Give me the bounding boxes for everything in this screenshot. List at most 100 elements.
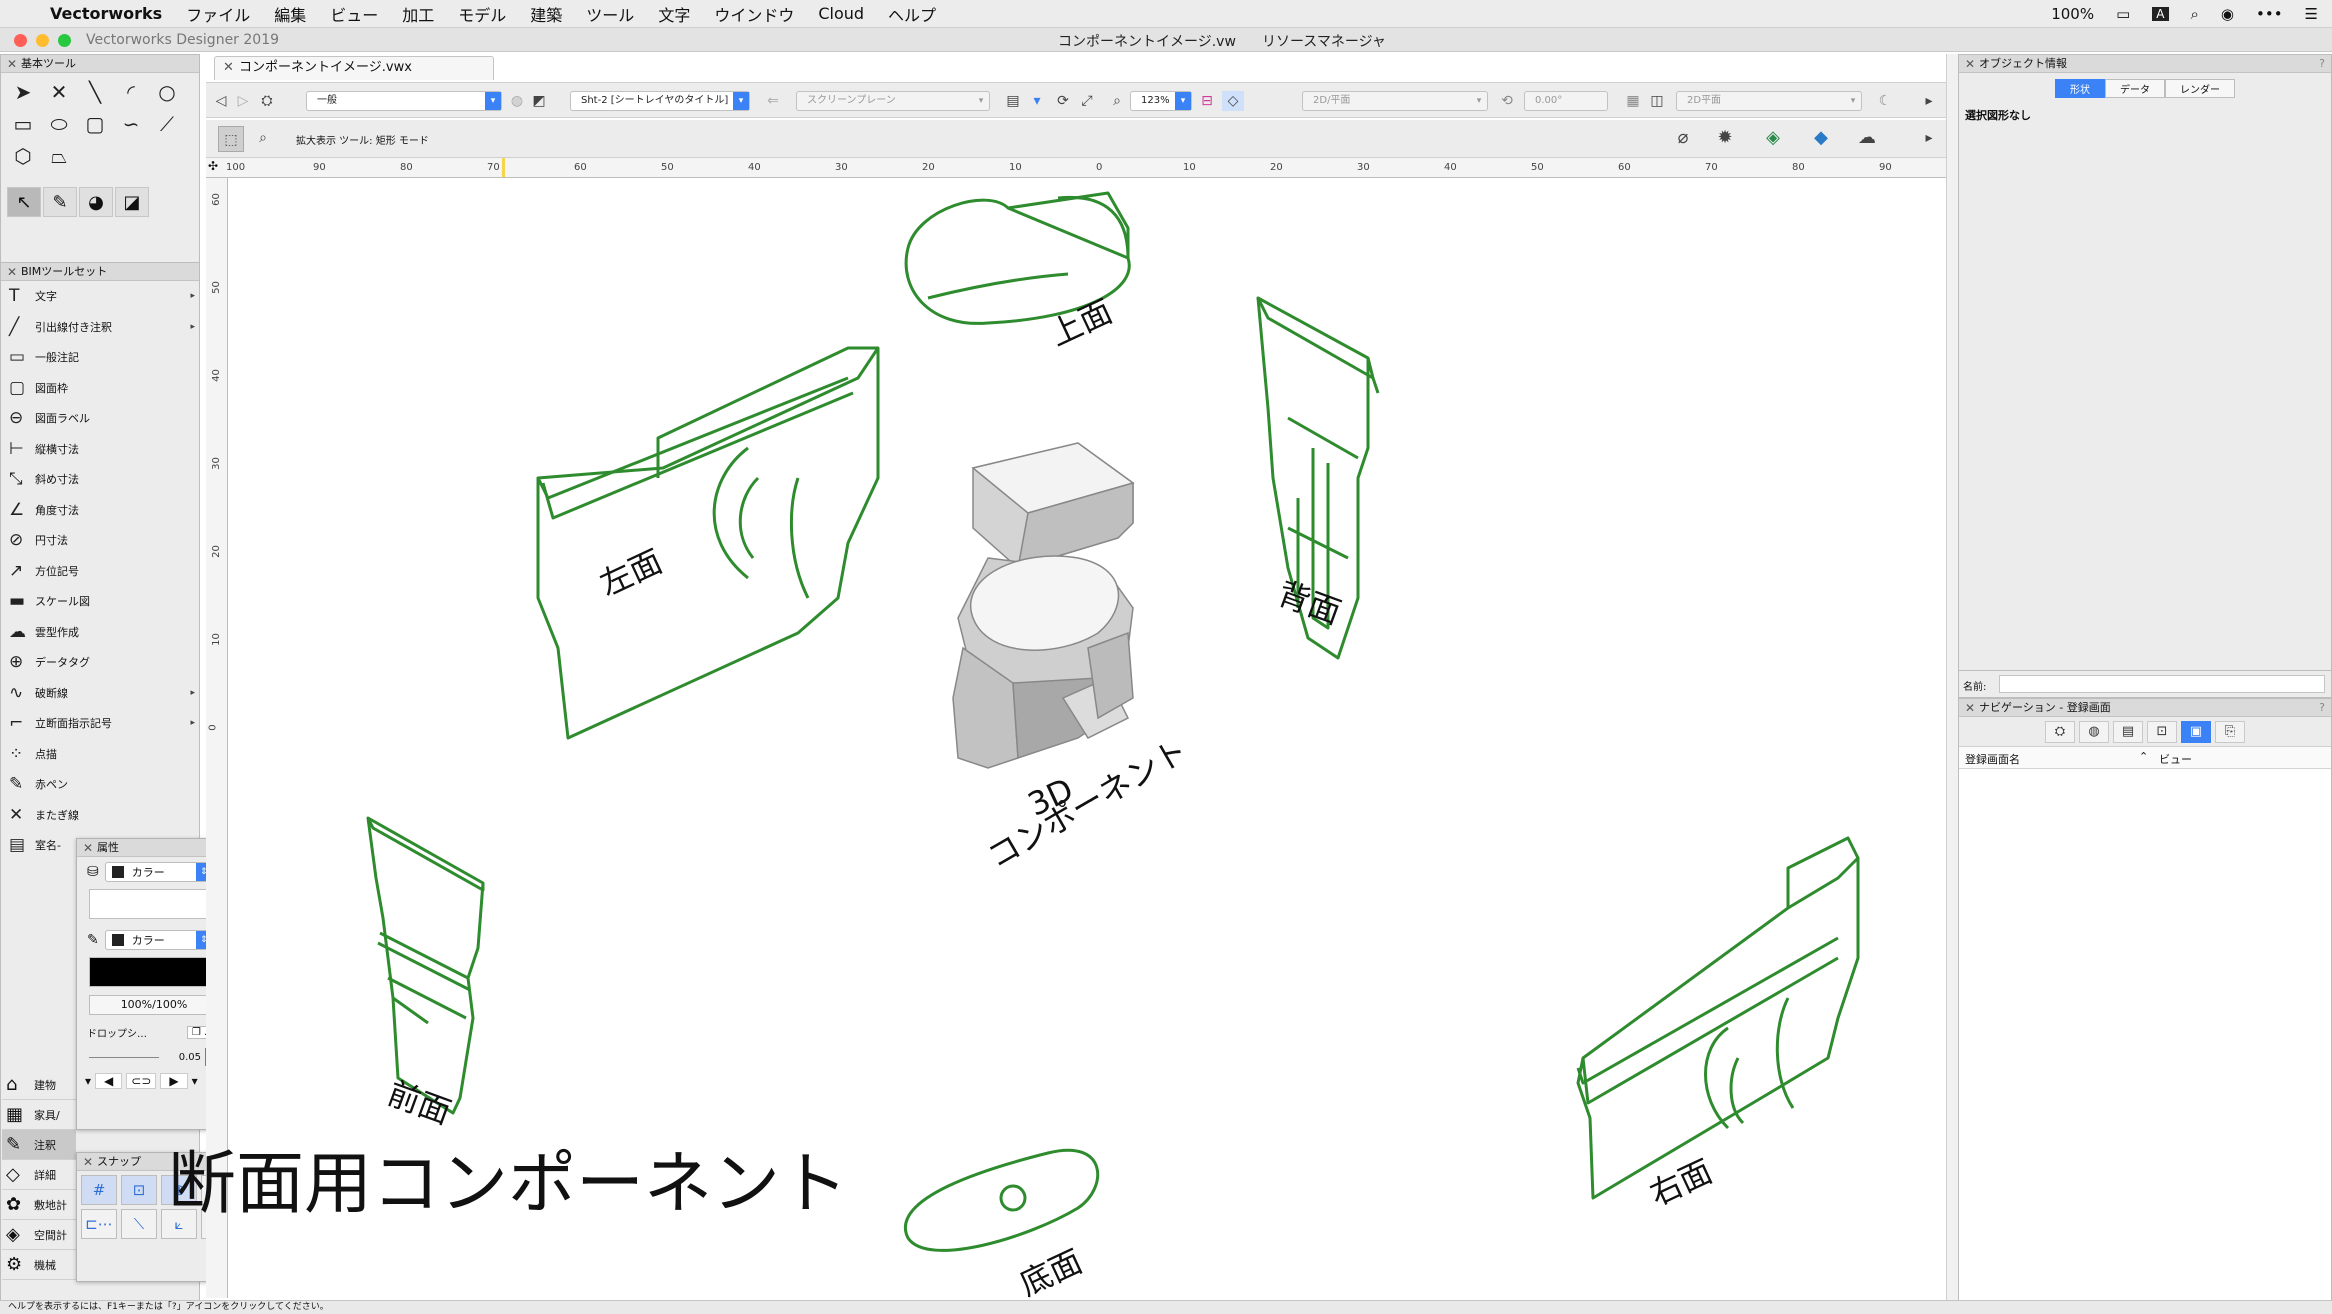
sort-icon[interactable]: ⌃ xyxy=(2139,750,2148,763)
more-icon[interactable]: ••• xyxy=(2256,5,2283,23)
zoom-level-select[interactable]: 123% ▾ xyxy=(1130,91,1192,111)
column-saved-view-name[interactable]: 登録画面名 xyxy=(1965,751,2020,767)
tab-shape[interactable]: 形状 xyxy=(2055,79,2105,98)
plan-rotation-field[interactable]: 0.00° xyxy=(1524,91,1608,111)
menu-cloud[interactable]: Cloud xyxy=(818,4,864,23)
nav-sheets-icon[interactable]: ▤ xyxy=(2113,720,2143,743)
zoom-window-button[interactable] xyxy=(58,34,71,47)
bim-tool-item[interactable]: ▬ スケール図 xyxy=(1,586,199,617)
end-arrow-icon[interactable]: ▶ xyxy=(160,1073,188,1089)
help-icon[interactable]: ? xyxy=(2319,699,2325,717)
bim-tool-item[interactable]: ⊘ 円寸法 xyxy=(1,525,199,556)
link-markers-icon[interactable]: ⊂⊃ xyxy=(126,1073,157,1089)
resource-manager-title[interactable]: リソースマネージャ xyxy=(1262,31,1386,51)
bim-tool-item[interactable]: ∠ 角度寸法 xyxy=(1,495,199,526)
pan-tool-icon[interactable]: ✕ xyxy=(41,77,77,107)
bim-tool-item[interactable]: ⌐ 立断面指示記号 ▸ xyxy=(1,708,199,739)
toolset-category[interactable]: ⌂ 建物 xyxy=(2,1070,76,1100)
snap-to-distance-icon[interactable]: ⟍ xyxy=(121,1209,157,1239)
layer-visibility-icon[interactable]: ◩ xyxy=(528,91,550,111)
active-layer-select[interactable]: Sht-2 [シートレイヤのタイトル] ▾ xyxy=(570,91,750,111)
render-mode-select[interactable]: 2D平面 ▾ xyxy=(1676,91,1862,111)
freehand-tool-icon[interactable]: ∽ xyxy=(113,109,149,139)
smart-points-icon[interactable]: ⊏⋯ xyxy=(81,1209,117,1239)
close-icon[interactable]: ✕ xyxy=(7,55,17,73)
bim-tool-item[interactable]: T 文字 ▸ xyxy=(1,281,199,312)
standard-view-icon[interactable]: ▤ xyxy=(1002,91,1024,111)
view-dropdown-icon[interactable]: ▾ xyxy=(1026,91,1048,111)
notification-list-icon[interactable]: ☰ xyxy=(2305,5,2318,23)
menu-edit[interactable]: 編集 xyxy=(274,2,306,26)
rounded-rectangle-tool-icon[interactable]: ▢ xyxy=(77,109,113,139)
toilet-right-view[interactable] xyxy=(1576,836,1860,1200)
bim-tool-item[interactable]: ⊕ データタグ xyxy=(1,647,199,678)
bim-tool-item[interactable]: ∿ 破断線 ▸ xyxy=(1,678,199,709)
document-tab[interactable]: ✕ コンポーネントイメージ.vwx xyxy=(214,56,494,80)
close-icon[interactable]: ✕ xyxy=(83,1153,93,1171)
selection-tool-icon[interactable]: ➤ xyxy=(5,77,41,107)
horizontal-ruler[interactable]: 100 90 80 70 60 50 40 30 20 10 0 10 20 30 40 50 60 70 80 90… xyxy=(206,158,1946,178)
toolset-category[interactable]: ▦ 家具/ xyxy=(2,1100,76,1130)
polyline-tool-icon[interactable]: ⟋ xyxy=(149,109,185,139)
menu-model[interactable]: モデル xyxy=(458,2,506,26)
class-options-icon[interactable]: ⛭ xyxy=(256,91,278,111)
color-mode-icon[interactable]: ◕ xyxy=(79,187,113,217)
polygon-tool-icon[interactable]: ⬡ xyxy=(5,141,41,171)
active-class-select[interactable]: 一般 ▾ xyxy=(306,91,502,111)
bim-tool-item[interactable]: ✎ 赤ペン xyxy=(1,769,199,800)
toilet-left-view[interactable] xyxy=(536,346,880,740)
bim-tool-item[interactable]: ⊢ 縦横寸法 xyxy=(1,434,199,465)
start-arrow-icon[interactable]: ◀ xyxy=(95,1073,123,1089)
bim-tool-item[interactable]: ↗ 方位記号 xyxy=(1,556,199,587)
pen-mode-icon[interactable]: ✎ xyxy=(43,187,77,217)
arc-tool-icon[interactable]: ◜ xyxy=(113,77,149,107)
toilet-3d-model[interactable] xyxy=(952,442,1135,769)
user-avatar-icon[interactable]: ◉ xyxy=(2221,5,2234,23)
close-icon[interactable]: ✕ xyxy=(83,839,93,857)
multiple-views-icon[interactable]: ◫ xyxy=(1646,91,1668,111)
close-icon[interactable]: ✕ xyxy=(1965,55,1975,73)
input-method-icon[interactable]: A xyxy=(2152,7,2169,21)
minimize-window-button[interactable] xyxy=(36,34,49,47)
toolset-category[interactable]: ◈ 空間計 xyxy=(2,1220,76,1250)
menu-window[interactable]: ウインドウ xyxy=(714,2,794,26)
nav-layers-icon[interactable]: ◍ xyxy=(2079,720,2109,743)
bim-tool-item[interactable]: ⊖ 図面ラベル xyxy=(1,403,199,434)
opacity-button[interactable]: 100%/100% xyxy=(89,995,219,1015)
help-icon[interactable]: ? xyxy=(2319,55,2325,73)
double-line-tool-icon[interactable]: ⏢ xyxy=(41,141,77,171)
name-input[interactable] xyxy=(1999,675,2325,693)
oval-tool-icon[interactable]: ⬭ xyxy=(41,109,77,139)
lighting-options-icon[interactable]: ☾ xyxy=(1874,91,1896,111)
nav-viewports-icon[interactable]: ⊡ xyxy=(2147,720,2177,743)
bim-tool-item[interactable]: ▭ 一般注記 xyxy=(1,342,199,373)
battery-status[interactable]: 100% xyxy=(2051,5,2094,23)
app-menu[interactable]: Vectorworks xyxy=(50,4,162,23)
view-bar-more-icon[interactable]: ▸ xyxy=(1918,91,1940,111)
menu-tools[interactable]: ツール xyxy=(586,2,634,26)
nav-saved-views-icon[interactable]: ▣ xyxy=(2181,720,2211,743)
snap-to-object-icon[interactable]: ⊡ xyxy=(121,1175,157,1205)
palette-splitter[interactable] xyxy=(1946,54,1958,1304)
cloud-sync-icon[interactable]: ☁ xyxy=(1856,128,1878,148)
close-tab-icon[interactable]: ✕ xyxy=(223,57,234,79)
toilet-front-view[interactable] xyxy=(366,816,485,1115)
toolset-category[interactable]: ◇ 詳細 xyxy=(2,1160,76,1190)
bim-tool-item[interactable]: ✕ またぎ線 xyxy=(1,800,199,831)
close-icon[interactable]: ✕ xyxy=(7,263,17,281)
current-view-select[interactable]: 2D/平面 ▾ xyxy=(1302,91,1488,111)
forward-icon[interactable]: ▷ xyxy=(232,91,254,111)
spotlight-search-icon[interactable]: ⌕ xyxy=(2191,5,2199,23)
zoom-in-mode-icon[interactable]: ⌕ xyxy=(252,128,274,148)
bim-tool-item[interactable]: ☁ 雲型作成 xyxy=(1,617,199,648)
menu-view[interactable]: ビュー xyxy=(330,2,378,26)
column-view[interactable]: ビュー xyxy=(2159,751,2192,767)
snap-loupe-icon[interactable]: ⌀ xyxy=(1672,128,1694,148)
bim-tool-item[interactable]: ⤡ 斜め寸法 xyxy=(1,464,199,495)
bim-tool-item[interactable]: ╱ 引出線付き注釈 ▸ xyxy=(1,312,199,343)
line-weight-slider[interactable] xyxy=(89,1056,159,1058)
light-settings-icon[interactable]: ✹ xyxy=(1714,128,1736,148)
select-mode-icon[interactable]: ↖ xyxy=(7,187,41,217)
snap-to-grid-icon[interactable]: # xyxy=(81,1175,117,1205)
plane-options-icon[interactable]: ⇐ xyxy=(762,91,784,111)
